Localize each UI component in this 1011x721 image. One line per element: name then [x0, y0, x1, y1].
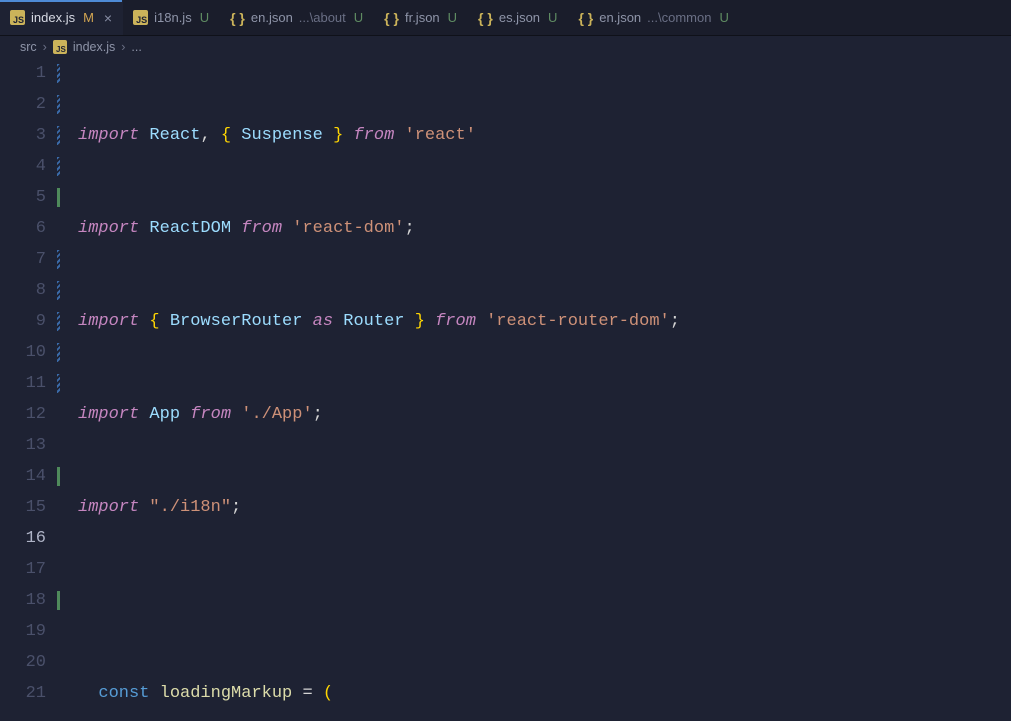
code-line: import React, { Suspense } from 'react' — [64, 120, 1011, 151]
tab-suffix: ...\about — [299, 10, 346, 25]
code-line: import App from './App'; — [64, 399, 1011, 430]
tab-es-json[interactable]: { } es.json U — [468, 0, 568, 35]
tab-label: en.json — [599, 10, 641, 25]
tab-fr-json[interactable]: { } fr.json U — [374, 0, 468, 35]
code-line: import ReactDOM from 'react-dom'; — [64, 213, 1011, 244]
close-icon[interactable]: × — [104, 10, 112, 26]
breadcrumb-symbol: ... — [131, 40, 141, 54]
tab-en-json-common[interactable]: { } en.json ...\common U — [568, 0, 739, 35]
tab-status: U — [719, 10, 728, 25]
json-icon: { } — [230, 10, 245, 26]
tab-label: i18n.js — [154, 10, 192, 25]
tab-status: M — [83, 10, 94, 25]
json-icon: { } — [578, 10, 593, 26]
code-line — [64, 585, 1011, 616]
breadcrumb-root: src — [20, 40, 37, 54]
tab-status: U — [548, 10, 557, 25]
tab-label: es.json — [499, 10, 540, 25]
chevron-right-icon: › — [121, 40, 125, 54]
editor-tabs: JS index.js M × JS i18n.js U { } en.json… — [0, 0, 1011, 36]
breadcrumb-file: index.js — [73, 40, 115, 54]
breadcrumb[interactable]: src › JS index.js › ... — [0, 36, 1011, 58]
tab-label: en.json — [251, 10, 293, 25]
line-number-gutter: 123456789101112131415161718192021 — [0, 58, 64, 721]
tab-label: fr.json — [405, 10, 440, 25]
tab-label: index.js — [31, 10, 75, 25]
code-line: import "./i18n"; — [64, 492, 1011, 523]
code-line: import { BrowserRouter as Router } from … — [64, 306, 1011, 337]
code-editor[interactable]: 123456789101112131415161718192021 import… — [0, 58, 1011, 721]
js-icon: JS — [133, 10, 148, 25]
tab-en-json-about[interactable]: { } en.json ...\about U — [220, 0, 374, 35]
tab-index-js[interactable]: JS index.js M × — [0, 0, 123, 35]
tab-status: U — [354, 10, 363, 25]
json-icon: { } — [478, 10, 493, 26]
tab-status: U — [200, 10, 209, 25]
tab-suffix: ...\common — [647, 10, 711, 25]
js-icon: JS — [10, 10, 25, 25]
js-icon: JS — [53, 40, 67, 54]
code-line: const loadingMarkup = ( — [64, 678, 1011, 709]
tab-i18n-js[interactable]: JS i18n.js U — [123, 0, 220, 35]
code-area[interactable]: import React, { Suspense } from 'react' … — [64, 58, 1011, 721]
json-icon: { } — [384, 10, 399, 26]
chevron-right-icon: › — [43, 40, 47, 54]
tab-status: U — [448, 10, 457, 25]
